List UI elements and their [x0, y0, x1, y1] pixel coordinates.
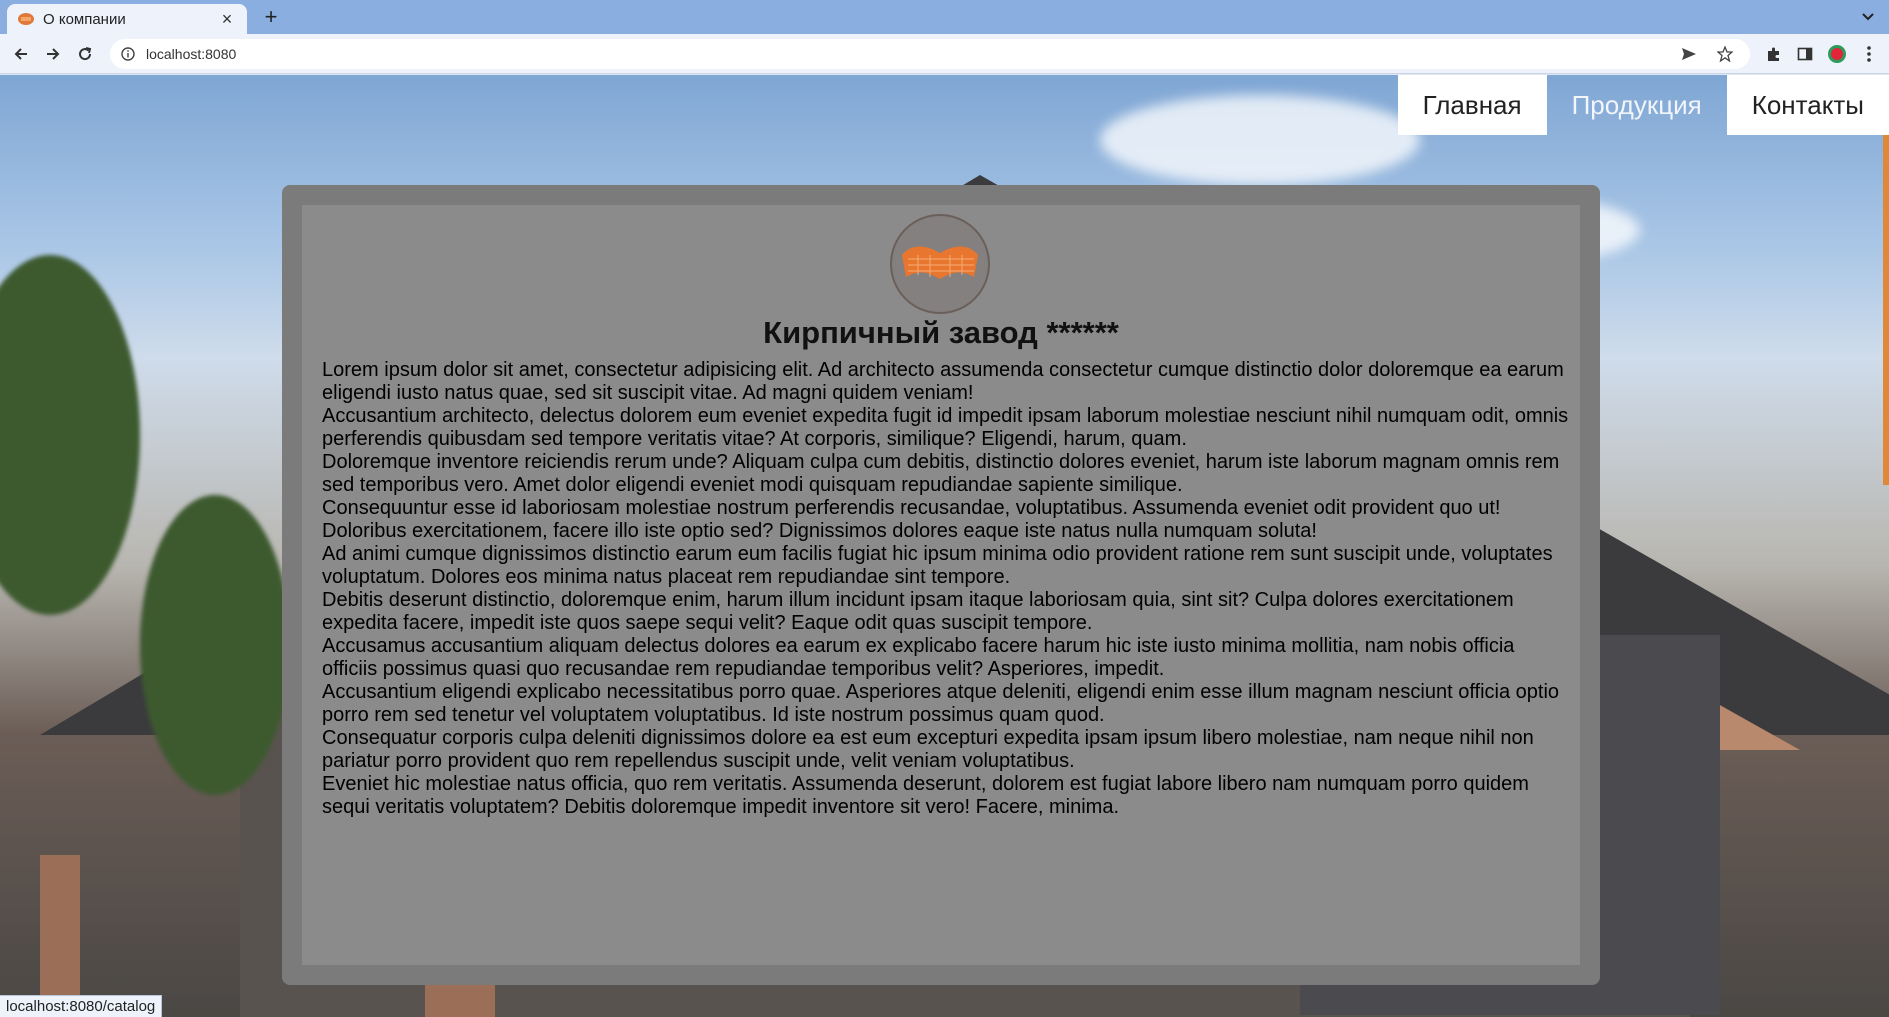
close-icon[interactable]: ×: [217, 9, 237, 30]
sidebar-icon[interactable]: [1794, 43, 1816, 65]
background-cloud: [1100, 95, 1420, 185]
send-icon[interactable]: [1678, 43, 1700, 65]
browser-toolbar: localhost:8080: [0, 34, 1889, 74]
about-paragraph: Accusantium eligendi explicabo necessita…: [322, 681, 1560, 726]
site-navigation: Главная Продукция Контакты: [1397, 75, 1889, 135]
about-paragraph: Ad animi cumque dignissimos distinctio e…: [322, 543, 1553, 588]
browser-tab[interactable]: О компании ×: [7, 4, 247, 34]
about-card: Кирпичный завод ****** Lorem ipsum dolor…: [282, 185, 1600, 985]
kebab-menu-icon[interactable]: [1858, 43, 1880, 65]
about-paragraph: Consequuntur esse id laboriosam molestia…: [322, 497, 1501, 542]
background-tree: [140, 495, 290, 795]
page-viewport: Главная Продукция Контакты Кирпичный зав…: [0, 75, 1889, 1017]
about-text: Lorem ipsum dolor sit amet, consectetur …: [322, 359, 1570, 819]
about-card-content: Кирпичный завод ****** Lorem ipsum dolor…: [302, 205, 1580, 965]
back-arrow-icon[interactable]: [10, 43, 32, 65]
about-paragraph: Eveniet hic molestiae natus officia, quo…: [322, 773, 1529, 818]
about-paragraph: Debitis deserunt distinctio, doloremque …: [322, 589, 1514, 634]
profile-icon[interactable]: [1826, 43, 1848, 65]
chevron-down-icon[interactable]: [1855, 4, 1881, 30]
puzzle-extensions-icon[interactable]: [1763, 43, 1785, 65]
star-icon[interactable]: [1714, 43, 1736, 65]
about-paragraph: Accusantium architecto, delectus dolorem…: [322, 405, 1569, 450]
background-pillar: [40, 855, 80, 1017]
about-paragraph: Accusamus accusantium aliquam delectus d…: [322, 635, 1515, 680]
reload-icon[interactable]: [74, 43, 96, 65]
page-scroll-accent: [1883, 75, 1889, 485]
about-paragraph: Lorem ipsum dolor sit amet, consectetur …: [322, 359, 1564, 404]
link-status-bar: localhost:8080/catalog: [0, 995, 163, 1017]
address-bar[interactable]: localhost:8080: [110, 39, 1750, 69]
about-paragraph: Consequatur corporis culpa deleniti dign…: [322, 727, 1534, 772]
tab-title: О компании: [43, 10, 126, 28]
brick-logo-icon: [890, 214, 990, 314]
url-text: localhost:8080: [146, 46, 237, 62]
nav-link-products[interactable]: Продукция: [1547, 75, 1727, 135]
brick-favicon-icon: [17, 10, 35, 28]
about-paragraph: Doloremque inventore reiciendis rerum un…: [322, 451, 1560, 496]
plus-icon[interactable]: +: [258, 4, 284, 30]
forward-arrow-icon[interactable]: [42, 43, 64, 65]
browser-tab-strip: О компании × +: [0, 0, 1889, 34]
info-icon[interactable]: [120, 46, 136, 62]
nav-link-contacts[interactable]: Контакты: [1726, 75, 1889, 135]
nav-link-home[interactable]: Главная: [1397, 75, 1547, 135]
company-title: Кирпичный завод ******: [763, 315, 1119, 350]
